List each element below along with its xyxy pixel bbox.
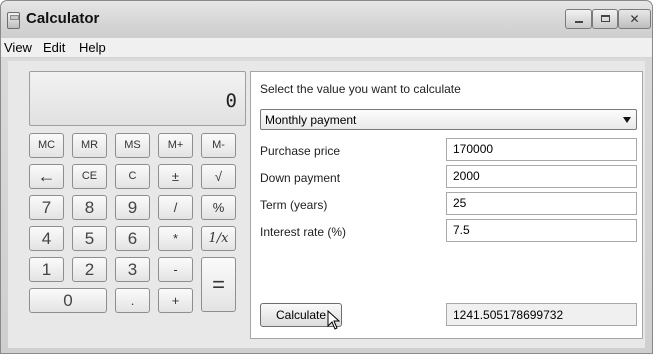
interest-rate-input[interactable]: 7.5 (446, 219, 637, 242)
key-8[interactable]: 8 (72, 195, 107, 220)
interest-rate-label: Interest rate (%) (260, 225, 347, 239)
maximize-icon (601, 15, 610, 22)
term-years-label: Term (years) (260, 198, 328, 212)
purchase-price-label: Purchase price (260, 144, 341, 158)
key-mc[interactable]: MC (29, 133, 64, 158)
key-2[interactable]: 2 (72, 257, 107, 282)
key-m-minus[interactable]: M- (201, 133, 236, 158)
calculation-type-select[interactable]: Monthly payment (260, 109, 637, 130)
title-bar[interactable]: Calculator ✕ (1, 1, 652, 39)
menu-help[interactable]: Help (79, 40, 106, 55)
key-7[interactable]: 7 (29, 195, 64, 220)
key-percent[interactable]: % (201, 195, 236, 220)
key-add[interactable]: + (158, 288, 193, 313)
mouse-cursor-icon (327, 310, 341, 330)
key-c[interactable]: C (115, 164, 150, 189)
menu-bar: View Edit Help (1, 38, 652, 58)
calculation-prompt: Select the value you want to calculate (260, 82, 461, 96)
mortgage-panel: Select the value you want to calculate M… (250, 71, 643, 339)
key-mr[interactable]: MR (72, 133, 107, 158)
display: 0 (29, 71, 246, 126)
close-button[interactable]: ✕ (618, 9, 651, 29)
key-decimal[interactable]: . (115, 288, 150, 313)
key-multiply[interactable]: * (158, 226, 193, 251)
display-value: 0 (225, 90, 237, 112)
key-ce[interactable]: CE (72, 164, 107, 189)
key-backspace[interactable]: ← (29, 164, 64, 189)
term-years-input[interactable]: 25 (446, 192, 637, 215)
key-9[interactable]: 9 (115, 195, 150, 220)
calculator-window: Calculator ✕ View Edit Help 0 MC MR MS M… (0, 0, 653, 354)
down-payment-input[interactable]: 2000 (446, 165, 637, 188)
menu-view[interactable]: View (4, 40, 32, 55)
key-ms[interactable]: MS (115, 133, 150, 158)
chevron-down-icon (623, 117, 631, 123)
key-plus-minus[interactable]: ± (158, 164, 193, 189)
key-4[interactable]: 4 (29, 226, 64, 251)
key-divide[interactable]: / (158, 195, 193, 220)
key-sqrt[interactable]: √ (201, 164, 236, 189)
key-subtract[interactable]: - (158, 257, 193, 282)
menu-edit[interactable]: Edit (43, 40, 65, 55)
key-5[interactable]: 5 (72, 226, 107, 251)
down-payment-label: Down payment (260, 171, 341, 185)
maximize-button[interactable] (592, 9, 618, 29)
window-title: Calculator (26, 10, 100, 27)
key-6[interactable]: 6 (115, 226, 150, 251)
key-reciprocal[interactable]: 1/x (201, 226, 236, 251)
key-0[interactable]: 0 (29, 288, 107, 313)
key-m-plus[interactable]: M+ (158, 133, 193, 158)
purchase-price-input[interactable]: 170000 (446, 138, 637, 161)
calculator-body: 0 MC MR MS M+ M- ← CE C ± √ 7 8 9 / % 4 … (8, 61, 645, 348)
calculator-app-icon (7, 12, 20, 29)
result-output: 1241.505178699732 (446, 303, 637, 326)
key-3[interactable]: 3 (115, 257, 150, 282)
close-icon: ✕ (629, 12, 640, 26)
minimize-icon (575, 21, 583, 23)
selected-calculation-type: Monthly payment (265, 113, 357, 127)
key-equals[interactable]: = (201, 257, 236, 312)
key-1[interactable]: 1 (29, 257, 64, 282)
minimize-button[interactable] (565, 9, 592, 29)
